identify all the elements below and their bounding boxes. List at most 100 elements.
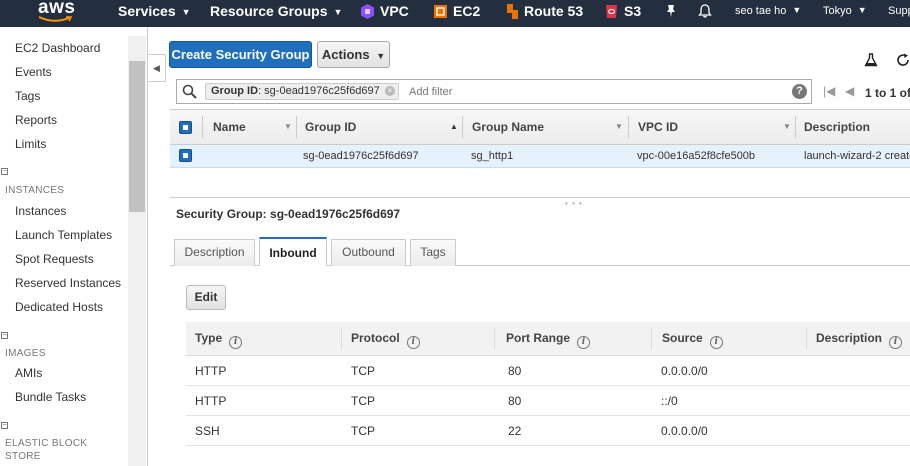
column-separator <box>494 328 495 350</box>
shortcut-ec2-label: EC2 <box>453 3 481 19</box>
resource-groups-label: Resource Groups <box>210 3 328 19</box>
column-rule-description-label: Description <box>816 331 883 345</box>
sidebar-item-reports[interactable]: Reports <box>15 113 57 127</box>
sidebar-item-launch-templates[interactable]: Launch Templates <box>15 228 112 242</box>
sidebar-scrollbar-thumb[interactable] <box>129 61 145 212</box>
column-protocol: Protocol i <box>351 322 420 355</box>
chevron-down-icon[interactable]: ▼ <box>284 110 292 144</box>
sidebar-item-instances[interactable]: Instances <box>15 204 66 218</box>
previous-page-icon[interactable]: ◀ <box>845 84 854 98</box>
sidebar-item-events[interactable]: Events <box>15 65 52 79</box>
cell-description: launch-wizard-2 create <box>804 150 910 162</box>
detail-pane-title: Security Group: sg-0ead1976c25f6d697 <box>176 207 401 221</box>
pin-icon[interactable] <box>665 5 677 17</box>
cell-group-name: sg_http1 <box>471 150 514 162</box>
close-icon[interactable]: × <box>384 86 395 96</box>
rule-protocol: TCP <box>351 424 375 438</box>
sidebar-item-tags[interactable]: Tags <box>15 89 40 103</box>
aws-smile-icon <box>38 16 72 22</box>
column-vpc-id[interactable]: VPC ID <box>638 110 678 144</box>
edit-button[interactable]: Edit <box>186 285 226 310</box>
shortcut-route53[interactable]: Route 53 <box>505 0 583 27</box>
rule-protocol: TCP <box>351 394 375 408</box>
tab-tags[interactable]: Tags <box>410 239 456 266</box>
sidebar-item-amis[interactable]: AMIs <box>15 366 42 380</box>
column-separator <box>296 116 297 138</box>
chevron-down-icon: ▼ <box>376 51 386 61</box>
refresh-icon[interactable] <box>896 53 910 67</box>
column-protocol-label: Protocol <box>351 331 400 345</box>
info-icon[interactable]: i <box>889 336 903 349</box>
info-icon[interactable]: i <box>229 336 243 349</box>
filter-chip-group-id[interactable]: Group ID: sg-0ead1976c25f6d697 × <box>205 83 399 100</box>
rule-type: HTTP <box>195 364 227 378</box>
column-source: Source i <box>662 322 723 355</box>
table-row: HTTP TCP 80 ::/0 <box>186 386 910 416</box>
sidebar-item-reserved-instances[interactable]: Reserved Instances <box>15 276 121 290</box>
filter-bar: Group ID: sg-0ead1976c25f6d697 × ? <box>176 79 812 104</box>
bell-icon[interactable] <box>698 4 712 18</box>
pane-splitter[interactable] <box>170 197 910 198</box>
column-group-name[interactable]: Group Name <box>472 110 544 144</box>
services-menu[interactable]: Services ▼ <box>118 0 191 27</box>
column-separator <box>462 116 463 138</box>
inbound-rules-header: Type i Protocol i Port Range i Source i Desc… <box>186 322 910 356</box>
select-all-checkbox[interactable] <box>179 121 192 134</box>
collapse-ebs-icon[interactable]: − <box>1 422 8 429</box>
cell-vpc-id[interactable]: vpc-00e16a52f8cfe500b <box>637 145 755 167</box>
region-menu[interactable]: Tokyo ▼ <box>823 0 867 27</box>
rule-type: HTTP <box>195 394 227 408</box>
chevron-down-icon[interactable]: ▼ <box>783 110 791 144</box>
column-separator <box>341 328 342 350</box>
support-menu[interactable]: Supp <box>888 0 910 27</box>
row-checkbox[interactable] <box>179 149 192 162</box>
info-icon[interactable]: i <box>577 336 591 349</box>
actions-button[interactable]: Actions ▼ <box>317 41 390 68</box>
chevron-down-icon: ▼ <box>333 7 343 17</box>
collapse-images-icon[interactable]: − <box>1 332 8 339</box>
column-separator <box>628 116 629 138</box>
user-menu[interactable]: seo tae ho ▼ <box>735 0 801 27</box>
column-group-id[interactable]: Group ID <box>305 110 356 144</box>
tab-inbound[interactable]: Inbound <box>259 237 327 266</box>
add-filter-input[interactable] <box>409 84 709 100</box>
resource-groups-menu[interactable]: Resource Groups ▼ <box>210 0 342 27</box>
collapse-instances-icon[interactable]: − <box>1 168 8 175</box>
tab-outbound[interactable]: Outbound <box>331 239 406 266</box>
column-description[interactable]: Description <box>804 110 870 144</box>
sidebar-item-bundle-tasks[interactable]: Bundle Tasks <box>15 390 86 404</box>
tab-description[interactable]: Description <box>174 239 255 266</box>
security-groups-table-header: Name ▼ Group ID ▲ Group Name ▼ VPC ID ▼ … <box>170 109 910 145</box>
create-security-group-button[interactable]: Create Security Group <box>169 41 312 68</box>
actions-label: Actions <box>321 47 370 62</box>
sidebar-item-ec2-dashboard[interactable]: EC2 Dashboard <box>15 41 100 55</box>
drag-handle-icon[interactable]: • • • <box>565 199 583 208</box>
sidebar-item-dedicated-hosts[interactable]: Dedicated Hosts <box>15 300 103 314</box>
sidebar-item-spot-requests[interactable]: Spot Requests <box>15 252 94 266</box>
flask-icon[interactable] <box>864 53 878 67</box>
sidebar-item-limits[interactable]: Limits <box>15 137 46 151</box>
chevron-down-icon: ▼ <box>857 5 867 15</box>
column-name[interactable]: Name <box>213 110 246 144</box>
chevron-down-icon: ▼ <box>181 7 191 17</box>
column-separator <box>806 328 807 350</box>
section-instances: INSTANCES <box>5 185 65 196</box>
section-elastic-block-store-line2: STORE <box>5 451 41 462</box>
shortcut-vpc[interactable]: VPC <box>361 0 409 27</box>
info-icon[interactable]: i <box>406 336 420 349</box>
section-images: IMAGES <box>5 348 46 359</box>
shortcut-s3[interactable]: S3 <box>605 0 641 27</box>
section-elastic-block-store: ELASTIC BLOCK <box>5 438 88 449</box>
chevron-down-icon[interactable]: ▼ <box>615 110 623 144</box>
table-row[interactable]: sg-0ead1976c25f6d697 sg_http1 vpc-00e16a… <box>170 145 910 168</box>
user-name: seo tae ho <box>735 5 787 17</box>
shortcut-ec2[interactable]: EC2 <box>434 0 480 27</box>
ec2-icon <box>434 5 447 18</box>
collapse-sidebar-button[interactable]: ◀ <box>148 54 166 82</box>
column-type-label: Type <box>195 331 223 345</box>
info-icon[interactable]: i <box>709 336 723 349</box>
column-port-range-label: Port Range <box>506 331 571 345</box>
help-icon[interactable]: ? <box>792 84 807 99</box>
first-page-icon[interactable]: |◀ <box>823 84 835 98</box>
sort-ascending-icon[interactable]: ▲ <box>450 110 458 144</box>
